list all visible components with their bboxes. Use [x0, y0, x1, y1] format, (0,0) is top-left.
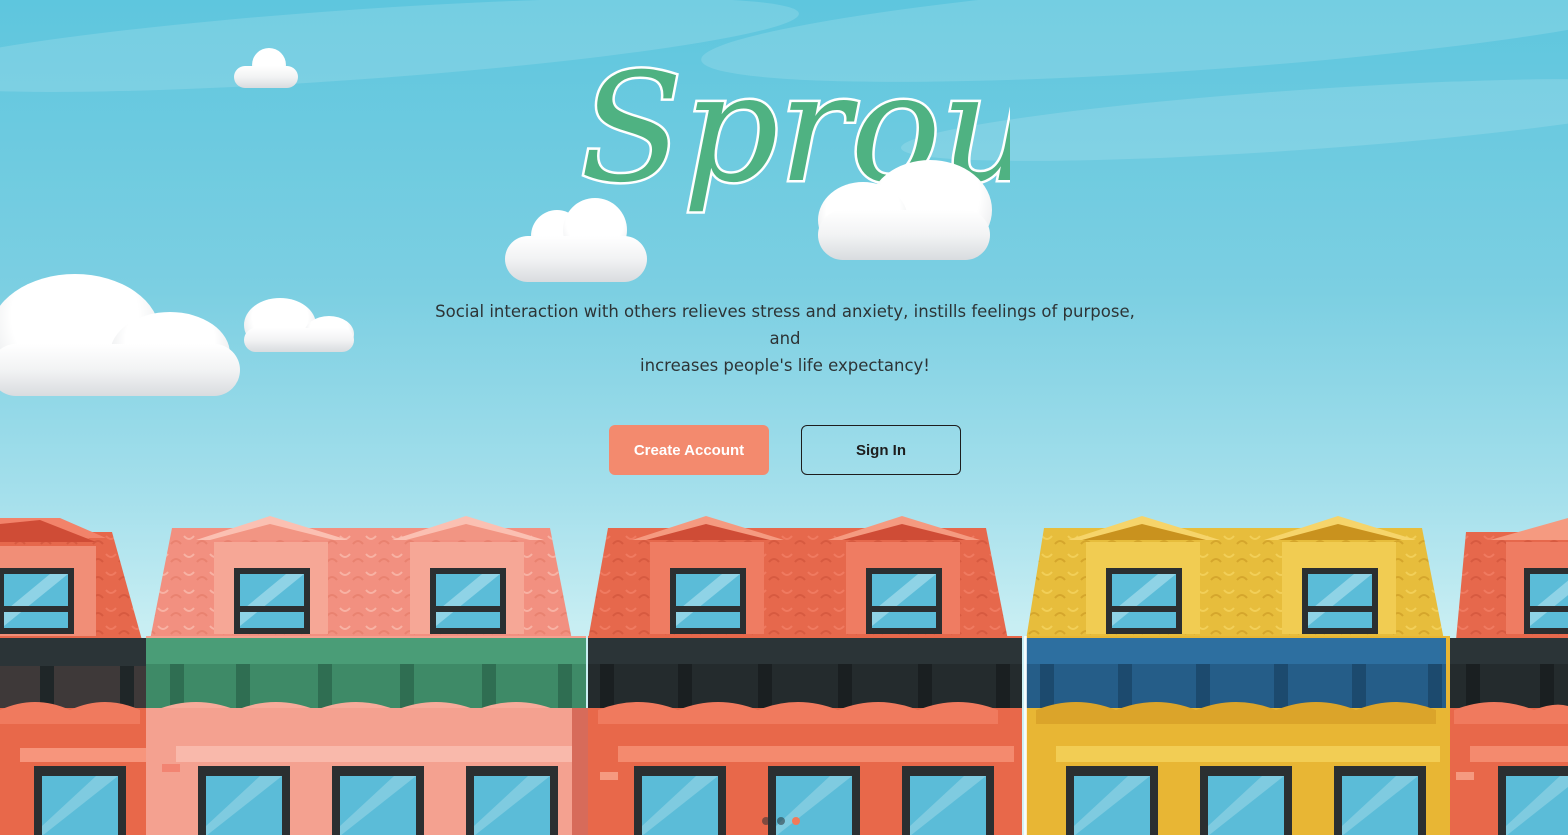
- sign-in-button[interactable]: Sign In: [801, 425, 961, 475]
- tagline-line-1: Social interaction with others relieves …: [435, 302, 1135, 348]
- cloud-center-right: [818, 160, 992, 260]
- carousel-dots: [762, 817, 800, 825]
- create-account-button[interactable]: Create Account: [609, 425, 769, 475]
- townhouses-illustration: [0, 516, 1568, 835]
- house-orange-center: [588, 516, 1022, 835]
- cloud-small-top: [234, 48, 298, 88]
- house-orange-left: [0, 518, 150, 835]
- landing-page: Sprout Social interaction with others re…: [0, 0, 1568, 835]
- carousel-dot-2[interactable]: [777, 817, 785, 825]
- house-pink: [146, 516, 588, 835]
- cloud-left-small: [244, 298, 356, 354]
- hero-tagline: Social interaction with others relieves …: [434, 298, 1136, 379]
- house-orange-right: [1450, 518, 1568, 835]
- tagline-line-2: increases people's life expectancy!: [640, 356, 930, 375]
- carousel-dot-3[interactable]: [792, 817, 800, 825]
- house-yellow: [1024, 516, 1450, 835]
- carousel-dot-1[interactable]: [762, 817, 770, 825]
- cloud-left-large: [0, 274, 242, 396]
